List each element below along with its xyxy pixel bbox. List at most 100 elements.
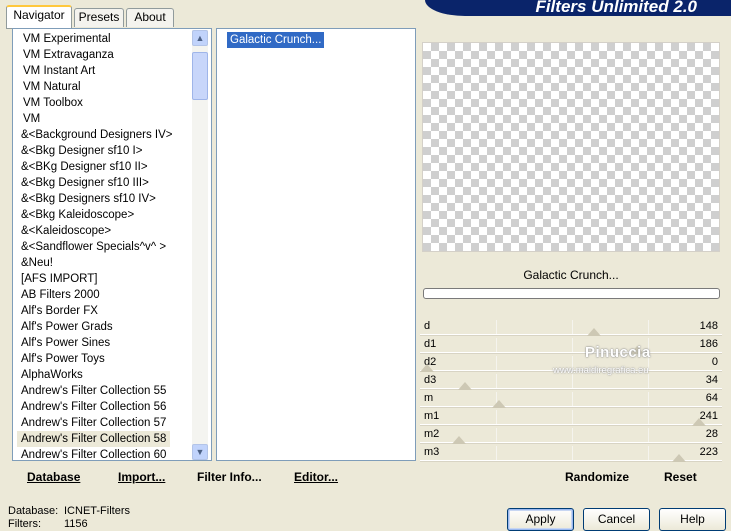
slider-tick [572,392,573,406]
slider-value: 34 [705,374,718,386]
slider-value: 186 [699,338,718,350]
category-item[interactable]: &<Kaleidoscope> [21,223,111,239]
slider-row-m[interactable]: m 64 [420,390,722,408]
reset-button[interactable]: Reset [664,470,697,484]
category-list[interactable]: VM Experimental VM Extravaganza VM Instant… [12,28,212,461]
slider-knob[interactable] [492,400,506,408]
slider-tick [572,428,573,442]
database-button[interactable]: Database [27,470,80,484]
category-item[interactable]: &<Bkg Designer sf10 III> [21,175,149,191]
slider-tick [648,428,649,442]
preview-filter-name: Galactic Crunch... [523,268,619,282]
slider-knob[interactable] [420,364,434,372]
slider-label: m1 [424,410,440,422]
category-item[interactable]: Andrew's Filter Collection 60 [21,447,166,463]
import-button[interactable]: Import... [118,470,165,484]
editor-button[interactable]: Editor... [294,470,338,484]
tab-presets[interactable]: Presets [74,8,124,27]
cancel-button[interactable]: Cancel [583,508,650,531]
slider-knob[interactable] [587,328,601,336]
slider-value: 148 [699,320,718,332]
category-item[interactable]: Alf's Border FX [21,303,98,319]
slider-label: d [424,320,431,332]
category-scrollbar[interactable]: ▲ ▼ [192,30,208,460]
tab-bar: Navigator Presets About [6,4,176,29]
slider-tick [648,320,649,334]
randomize-button[interactable]: Randomize [565,470,629,484]
category-item[interactable]: VM [23,111,40,127]
scroll-thumb[interactable] [192,52,208,100]
slider-row-m1[interactable]: m1 241 [420,408,722,426]
category-item[interactable]: Andrew's Filter Collection 56 [21,399,166,415]
slider-label: d1 [424,338,437,350]
preview-canvas[interactable] [422,42,720,252]
category-item[interactable]: VM Extravaganza [23,47,114,63]
slider-knob[interactable] [692,418,706,426]
category-item[interactable]: Andrew's Filter Collection 55 [21,383,166,399]
filter-list[interactable]: Galactic Crunch... [216,28,416,461]
parameter-sliders: d 148 d1 186 d2 0 d3 34 m 64 m1 241 m2 28 m3 223 [420,318,722,462]
watermark-name: Pinuccia [585,344,651,361]
tab-about[interactable]: About [126,8,174,27]
slider-value: 64 [705,392,718,404]
slider-label: d3 [424,374,437,386]
status-area: Database: ICNET-Filters Filters: 1156 [8,505,130,531]
slider-row-d[interactable]: d 148 [420,318,722,336]
slider-knob[interactable] [672,454,686,462]
category-item[interactable]: &<Bkg Designers sf10 IV> [21,191,156,207]
category-item[interactable]: &Neu! [21,255,53,271]
category-item[interactable]: VM Toolbox [23,95,83,111]
category-item[interactable]: Alf's Power Toys [21,351,105,367]
watermark-url: www.maidiregrafica.eu [553,365,649,376]
slider-tick [496,428,497,442]
slider-tick [648,446,649,460]
slider-tick [572,374,573,388]
slider-label: m2 [424,428,440,440]
category-item[interactable]: VM Natural [23,79,81,95]
slider-knob[interactable] [458,382,472,390]
slider-tick [648,392,649,406]
tab-navigator[interactable]: Navigator [6,5,72,28]
category-item[interactable]: &<Sandflower Specials^v^ > [21,239,166,255]
category-item[interactable]: &<Bkg Designer sf10 I> [21,143,142,159]
slider-value: 0 [711,356,718,368]
category-item[interactable]: Alf's Power Sines [21,335,110,351]
slider-value: 223 [699,446,718,458]
slider-tick [496,374,497,388]
category-item[interactable]: [AFS IMPORT] [21,271,97,287]
slider-knob[interactable] [452,436,466,444]
filter-info-button[interactable]: Filter Info... [197,470,262,484]
category-item[interactable]: &<BKg Designer sf10 II> [21,159,148,175]
apply-button[interactable]: Apply [507,508,574,531]
slider-tick [648,410,649,424]
slider-value: 28 [705,428,718,440]
slider-tick [572,338,573,352]
scroll-up-button[interactable]: ▲ [192,30,208,46]
slider-row-m3[interactable]: m3 223 [420,444,722,462]
help-button[interactable]: Help [659,508,726,531]
slider-row-m2[interactable]: m2 28 [420,426,722,444]
category-item[interactable]: AlphaWorks [21,367,83,383]
category-item[interactable]: AB Filters 2000 [21,287,100,303]
category-item[interactable]: Andrew's Filter Collection 57 [21,415,166,431]
progress-bar [423,288,720,299]
slider-tick [496,320,497,334]
category-item-selected[interactable]: Andrew's Filter Collection 58 [17,431,171,447]
filter-item-selected[interactable]: Galactic Crunch... [227,32,325,48]
slider-tick [572,410,573,424]
status-database-value: ICNET-Filters [64,505,130,517]
left-button-bar: Database Import... Filter Info... Editor… [12,463,416,490]
category-item[interactable]: VM Experimental [23,31,111,47]
category-item[interactable]: &<Background Designers IV> [21,127,173,143]
slider-tick [496,410,497,424]
slider-tick [572,446,573,460]
category-item[interactable]: &<Bkg Kaleidoscope> [21,207,134,223]
scroll-down-button[interactable]: ▼ [192,444,208,460]
status-database-label: Database: [8,505,59,517]
slider-row-d1[interactable]: d1 186 [420,336,722,354]
slider-tick [648,374,649,388]
slider-label: m3 [424,446,440,458]
category-item[interactable]: Alf's Power Grads [21,319,113,335]
category-item[interactable]: VM Instant Art [23,63,95,79]
right-button-bar: Randomize Reset [420,463,722,490]
